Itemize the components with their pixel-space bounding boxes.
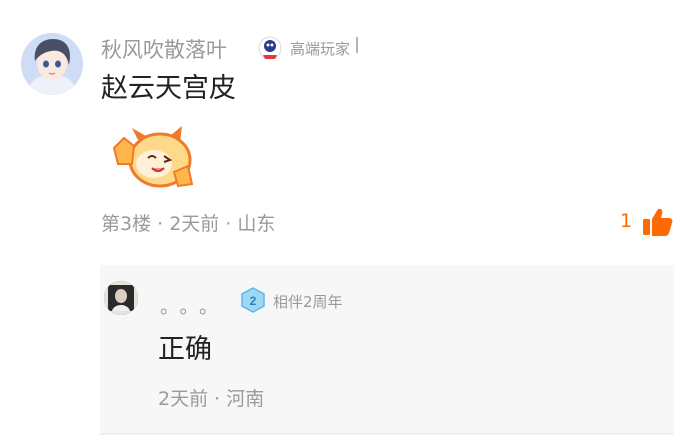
commenter-username[interactable]: 秋风吹散落叶 [101, 34, 227, 64]
player-badge-label: 高端玩家 [290, 40, 351, 58]
thumbs-up-sticker-icon [108, 124, 198, 192]
badge-divider [356, 37, 358, 53]
anniversary-badge-number: 2 [250, 294, 257, 308]
reply-text: 正确 [158, 334, 212, 365]
comment-text: 赵云天宫皮 [101, 73, 236, 104]
reply-avatar[interactable] [104, 281, 138, 315]
anniversary-badge-label: 相伴2周年 [273, 293, 343, 311]
like-count: 1 [620, 210, 633, 232]
thumbs-up-icon[interactable] [640, 205, 674, 239]
reply-meta: 2天前 · 河南 [158, 388, 265, 410]
commenter-avatar[interactable] [21, 33, 83, 95]
reply-divider [100, 433, 674, 435]
anniversary-badge-icon: 2 [240, 287, 266, 313]
player-badge-icon [257, 35, 283, 61]
reply-username[interactable]: 。。。 [160, 292, 228, 319]
comment-meta: 第3楼 · 2天前 · 山东 [101, 213, 276, 235]
